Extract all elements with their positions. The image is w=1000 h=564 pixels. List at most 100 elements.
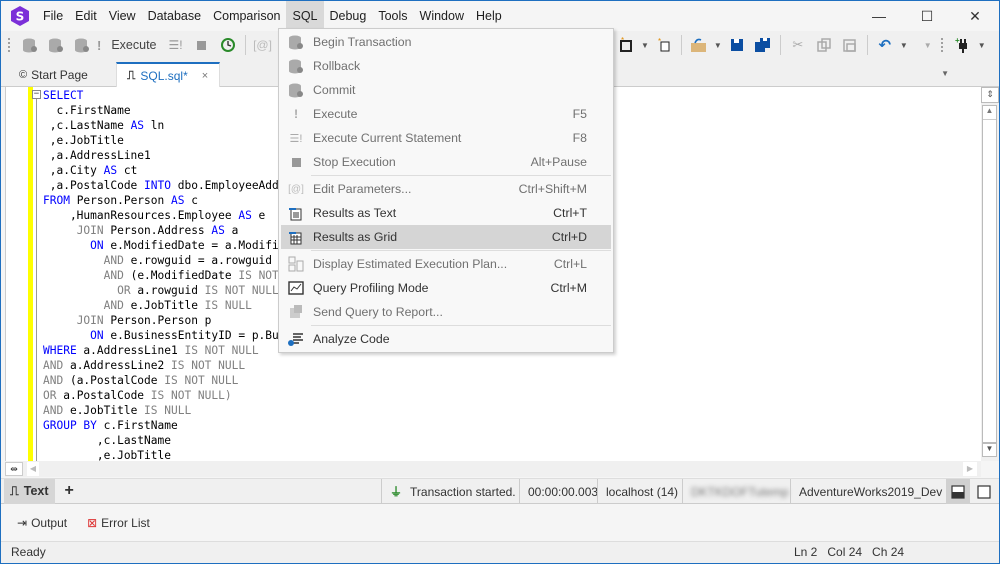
menu-item-label: Send Query to Report... <box>313 305 443 319</box>
menu-view[interactable]: View <box>103 1 142 31</box>
new-file-icon: * <box>658 37 670 52</box>
menu-item-edit-parameters[interactable]: [@] Edit Parameters... Ctrl+Shift+M <box>281 177 611 201</box>
copy-button[interactable] <box>813 34 835 56</box>
undo-icon: ↶ <box>878 37 892 54</box>
menu-window[interactable]: Window <box>414 1 470 31</box>
split-editor-icon[interactable]: ⇕ <box>981 87 999 103</box>
rollback-icon <box>49 38 63 53</box>
new-file-button[interactable]: * <box>653 34 675 56</box>
commit-button[interactable] <box>71 34 93 56</box>
menu-sql[interactable]: SQL <box>286 1 324 31</box>
toolbar-separator <box>866 35 868 55</box>
menu-item-label: Commit <box>313 83 356 97</box>
scroll-left-icon[interactable]: ◀ <box>27 462 39 476</box>
menu-item-send-query-to-report[interactable]: Send Query to Report... <box>281 300 611 324</box>
menu-item-rollback[interactable]: Rollback <box>281 54 611 78</box>
minimize-button[interactable]: — <box>855 1 903 31</box>
open-button[interactable] <box>688 34 710 56</box>
save-icon <box>730 39 743 51</box>
menu-help[interactable]: Help <box>470 1 508 31</box>
scroll-right-icon[interactable]: ▶ <box>963 462 977 476</box>
menu-item-execute-current-statement[interactable]: ☰! Execute Current Statement F8 <box>281 126 611 150</box>
edit-parameters-button[interactable]: [@] <box>252 34 274 56</box>
menu-item-shortcut: Ctrl+L <box>553 257 587 271</box>
undo-dropdown-icon[interactable]: ▼ <box>900 41 908 50</box>
menu-item-commit[interactable]: Commit <box>281 78 611 102</box>
redo-dropdown-icon[interactable]: ▼ <box>924 41 932 50</box>
menu-item-display-estimated-execution-plan[interactable]: Display Estimated Execution Plan... Ctrl+… <box>281 252 611 276</box>
cut-button[interactable]: ✂ <box>787 34 809 56</box>
code-line: OR a.PostalCode IS NOT NULL) <box>43 389 232 402</box>
menu-item-shortcut: Ctrl+T <box>553 206 587 220</box>
menu-item-query-profiling-mode[interactable]: Query Profiling Mode Ctrl+M <box>281 276 611 300</box>
undo-button[interactable]: ↶ <box>874 34 896 56</box>
add-view-button[interactable]: + <box>65 482 74 500</box>
history-button[interactable] <box>217 34 239 56</box>
toolbar-grip[interactable] <box>939 37 944 53</box>
connect-button[interactable]: + <box>952 34 974 56</box>
tab-list-dropdown-icon[interactable]: ▼ <box>941 69 949 78</box>
tab-start-page[interactable]: © Start Page <box>9 62 98 87</box>
execute-button[interactable]: ! Execute <box>97 34 161 56</box>
menu-item-results-as-text[interactable]: Results as Text Ctrl+T <box>281 201 611 225</box>
rollback-icon <box>283 54 309 78</box>
layout-split-button[interactable] <box>946 479 970 504</box>
scroll-track[interactable]: ▲ <box>982 105 997 443</box>
commit-icon <box>75 38 89 53</box>
menu-item-analyze-code[interactable]: Analyze Code <box>281 327 611 351</box>
menu-item-shortcut: F8 <box>572 131 587 145</box>
menu-item-shortcut: Ctrl+Shift+M <box>518 182 587 196</box>
menu-item-execute[interactable]: ! Execute F5 <box>281 102 611 126</box>
error-list-tab[interactable]: ⊠ Error List <box>87 516 150 530</box>
toolbar-grip[interactable] <box>7 37 11 53</box>
connect-dropdown-icon[interactable]: ▼ <box>978 41 986 50</box>
rollback-button[interactable] <box>45 34 67 56</box>
save-all-button[interactable] <box>752 34 774 56</box>
single-view-icon <box>977 484 991 499</box>
menu-file[interactable]: File <box>37 1 69 31</box>
stop-icon <box>197 40 207 50</box>
server-connection[interactable]: localhost (14) <box>597 479 686 504</box>
server-text: localhost (14) <box>606 484 679 499</box>
tab-sql-file[interactable]: ⎍ SQL.sql* × <box>116 62 220 87</box>
new-sql-dropdown-icon[interactable]: ▼ <box>641 41 649 50</box>
paste-button[interactable] <box>839 34 861 56</box>
menu-item-stop-execution[interactable]: Stop Execution Alt+Pause <box>281 150 611 174</box>
menu-database[interactable]: Database <box>142 1 208 31</box>
text-view-icon: ⎍ <box>10 483 19 498</box>
close-button[interactable]: ✕ <box>951 1 999 31</box>
text-view-tab[interactable]: ⎍ Text <box>4 478 55 504</box>
history-icon <box>220 38 235 52</box>
layout-single-button[interactable] <box>972 479 996 504</box>
status-bar: Ready Ln 2 Col 24 Ch 24 <box>1 541 999 563</box>
menu-item-results-as-grid[interactable]: Results as Grid Ctrl+D <box>281 225 611 249</box>
menu-item-begin-transaction[interactable]: Begin Transaction <box>281 30 611 54</box>
begin-transaction-button[interactable] <box>19 34 41 56</box>
scroll-up-icon[interactable]: ▲ <box>983 106 996 120</box>
vertical-scrollbar[interactable]: ⇕ ▲ ▼ <box>981 87 999 461</box>
database-name[interactable]: AdventureWorks2019_Dev <box>790 479 950 504</box>
menu-tools[interactable]: Tools <box>372 1 413 31</box>
user-name: DKTKDOFTutemp <box>682 479 792 504</box>
output-tab[interactable]: ⇥ Output <box>17 516 67 530</box>
stop-button[interactable] <box>191 34 213 56</box>
new-sql-button[interactable]: * <box>615 34 637 56</box>
menu-comparison[interactable]: Comparison <box>207 1 286 31</box>
line-number: Ln 2 <box>794 545 818 559</box>
edit-parameters-icon: [@] <box>253 38 272 52</box>
menu-item-label: Execute <box>313 107 358 121</box>
open-dropdown-icon[interactable]: ▼ <box>714 41 722 50</box>
scroll-down-icon[interactable]: ▼ <box>982 443 997 457</box>
save-button[interactable] <box>726 34 748 56</box>
collapse-icon[interactable]: − <box>32 90 41 99</box>
menu-separator <box>311 250 611 251</box>
split-horizontal-icon[interactable]: ⇹ <box>5 462 23 476</box>
execute-icon: ! <box>293 107 299 121</box>
maximize-button[interactable]: ☐ <box>903 1 951 31</box>
execute-statement-button[interactable]: ☰! <box>165 34 187 56</box>
close-tab-icon[interactable]: × <box>202 70 208 82</box>
menu-item-label: Display Estimated Execution Plan... <box>313 257 508 271</box>
menu-debug[interactable]: Debug <box>324 1 373 31</box>
menu-edit[interactable]: Edit <box>69 1 103 31</box>
horizontal-scrollbar[interactable]: ⇹ ◀ ▶ <box>5 461 981 477</box>
